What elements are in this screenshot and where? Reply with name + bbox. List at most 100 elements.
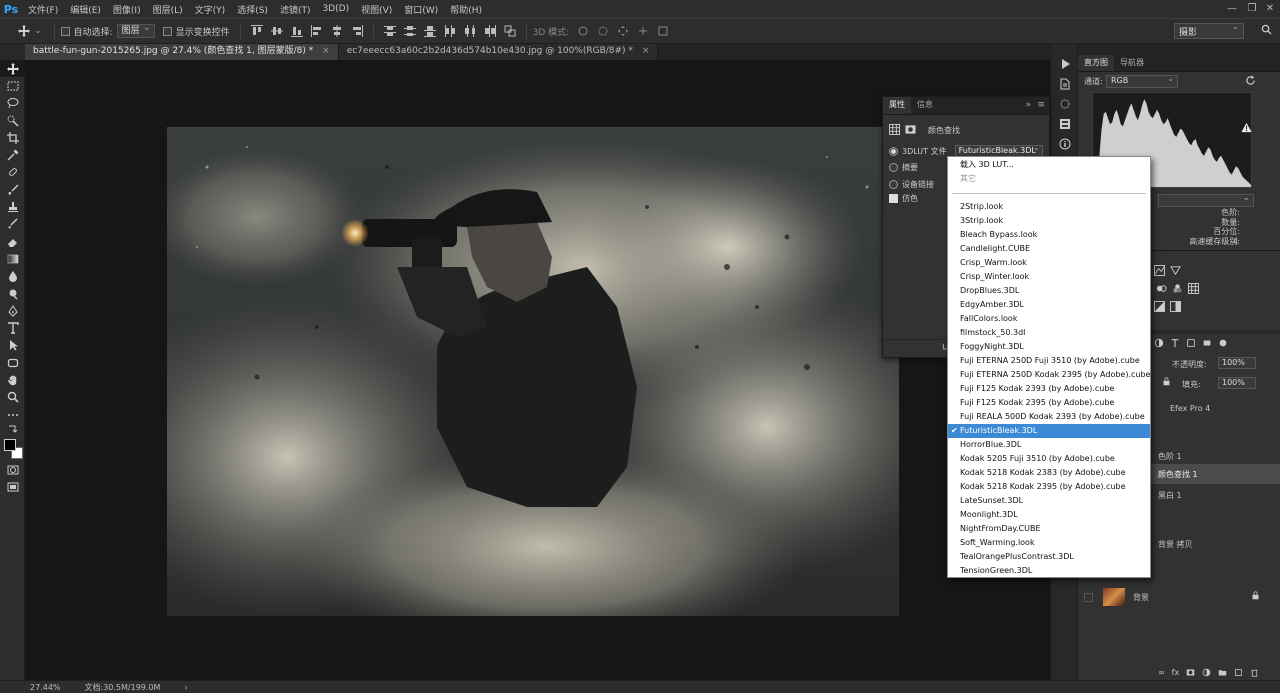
3d-scale-icon[interactable]	[656, 25, 670, 37]
distribute-hcenter-icon[interactable]	[463, 25, 477, 37]
search-icon[interactable]	[1261, 24, 1272, 38]
menu-layer[interactable]: 图层(L)	[147, 3, 189, 16]
distribute-vcenter-icon[interactable]	[403, 25, 417, 37]
lut-option[interactable]: Kodak 5218 Kodak 2395 (by Adobe).cube	[948, 480, 1150, 494]
visibility-toggle[interactable]	[1084, 592, 1093, 602]
document-tab-battle[interactable]: battle-fun-gun-2015265.jpg @ 27.4% (颜色查找…	[25, 44, 339, 60]
link-layers-icon[interactable]: ∞	[1158, 668, 1165, 679]
workspace-select[interactable]: 摄影 ⌄	[1174, 22, 1244, 39]
lut-option[interactable]: 3Strip.look	[948, 214, 1150, 228]
menu-help[interactable]: 帮助(H)	[444, 3, 488, 16]
color-lookup-adjust-icon[interactable]	[1188, 283, 1199, 297]
levels-adjust-icon[interactable]	[1154, 265, 1165, 279]
auto-align-icon[interactable]	[503, 25, 517, 37]
filter-type-icon[interactable]	[1170, 338, 1180, 351]
abstract-radio[interactable]	[889, 163, 898, 172]
refresh-histogram-icon[interactable]	[1245, 75, 1256, 89]
clone-stamp-tool[interactable]	[0, 198, 25, 215]
lut-option[interactable]: LateSunset.3DL	[948, 494, 1150, 508]
lut-file-radio[interactable]	[889, 146, 898, 156]
distribute-top-icon[interactable]	[383, 25, 397, 37]
eraser-tool[interactable]	[0, 233, 25, 250]
lut-option[interactable]: filmstock_50.3dl	[948, 326, 1150, 340]
lut-option[interactable]: HorrorBlue.3DL	[948, 438, 1150, 452]
fill-input[interactable]: 100%	[1218, 377, 1256, 389]
path-select-tool[interactable]	[0, 337, 25, 354]
show-transform-checkbox[interactable]	[162, 26, 172, 36]
new-adjustment-icon[interactable]	[1202, 668, 1211, 679]
align-right-icon[interactable]	[350, 25, 364, 37]
photo-filter-adjust-icon[interactable]	[1156, 283, 1167, 297]
healing-brush-tool[interactable]	[0, 164, 25, 181]
lut-option[interactable]: Fuji REALA 500D Kodak 2393 (by Adobe).cu…	[948, 410, 1150, 424]
play-action-icon[interactable]	[1051, 54, 1079, 74]
document-tab-ec7eee[interactable]: ec7eeecc63a60c2b2d436d574b10e430.jpg @ 1…	[338, 44, 659, 60]
lut-option[interactable]: Crisp_Winter.look	[948, 270, 1150, 284]
dither-checkbox[interactable]	[889, 194, 898, 203]
lut-option[interactable]: Fuji ETERNA 250D Fuji 3510 (by Adobe).cu…	[948, 354, 1150, 368]
channel-select[interactable]: RGB ⌄	[1106, 74, 1178, 88]
lut-option[interactable]: Kodak 5218 Kodak 2383 (by Adobe).cube	[948, 466, 1150, 480]
invert-adjust-icon[interactable]	[1154, 301, 1165, 315]
source-select[interactable]: ⌄	[1158, 193, 1254, 207]
screen-mode-icon[interactable]	[0, 479, 25, 496]
lut-option[interactable]: Candlelight.CUBE	[948, 242, 1150, 256]
lut-option[interactable]: Crisp_Warm.look	[948, 256, 1150, 270]
swap-colors-icon[interactable]	[0, 423, 25, 435]
brush-settings-icon[interactable]	[1051, 94, 1079, 114]
lut-option[interactable]: Fuji F125 Kodak 2395 (by Adobe).cube	[948, 396, 1150, 410]
layer-mask-icon[interactable]	[905, 124, 916, 137]
layer-row-background[interactable]: 背景	[1078, 586, 1280, 608]
properties-panel-icon[interactable]	[1051, 114, 1079, 134]
opacity-input[interactable]: 100%	[1218, 357, 1256, 369]
tab-properties[interactable]: 属性	[883, 97, 911, 114]
menu-window[interactable]: 窗口(W)	[398, 3, 444, 16]
lut-option[interactable]: Fuji F125 Kodak 2393 (by Adobe).cube	[948, 382, 1150, 396]
history-brush-tool[interactable]	[0, 216, 25, 233]
crop-tool[interactable]	[0, 129, 25, 146]
menu-3d[interactable]: 3D(D)	[316, 4, 355, 14]
align-top-icon[interactable]	[250, 25, 264, 37]
new-layer-icon[interactable]	[1234, 668, 1243, 679]
align-bottom-icon[interactable]	[290, 25, 304, 37]
foreground-color-swatch[interactable]	[4, 439, 16, 452]
lock-all-icon[interactable]	[1162, 377, 1171, 389]
collapse-panel-icon[interactable]: »	[1025, 100, 1031, 110]
lut-option[interactable]: NightFromDay.CUBE	[948, 522, 1150, 536]
3d-rotate-icon[interactable]	[576, 25, 590, 37]
device-link-radio[interactable]	[889, 180, 898, 189]
load-3d-lut-item[interactable]: 载入 3D LUT...	[948, 158, 1150, 172]
tab-info[interactable]: 信息	[911, 97, 939, 114]
align-left-icon[interactable]	[310, 25, 324, 37]
zoom-tool[interactable]	[0, 389, 25, 406]
menu-image[interactable]: 图像(I)	[107, 3, 147, 16]
distribute-bottom-icon[interactable]	[423, 25, 437, 37]
channel-mixer-adjust-icon[interactable]	[1172, 283, 1183, 297]
quick-mask-icon[interactable]	[0, 461, 25, 478]
align-hcenter-icon[interactable]	[330, 25, 344, 37]
edit-toolbar-icon[interactable]	[0, 406, 25, 423]
close-window-button[interactable]: ✕	[1260, 0, 1280, 18]
add-mask-icon[interactable]	[1186, 668, 1195, 679]
auto-select-target-select[interactable]: 图层	[116, 22, 155, 38]
menu-select[interactable]: 选择(S)	[231, 3, 274, 16]
brush-tool[interactable]	[0, 181, 25, 198]
dodge-tool[interactable]	[0, 285, 25, 302]
delete-layer-icon[interactable]	[1250, 668, 1259, 679]
lut-option[interactable]: EdgyAmber.3DL	[948, 298, 1150, 312]
type-tool[interactable]	[0, 319, 25, 336]
lut-option[interactable]: 2Strip.look	[948, 200, 1150, 214]
distribute-left-icon[interactable]	[443, 25, 457, 37]
zoom-level[interactable]: 27.44%	[30, 683, 61, 692]
status-menu-arrow-icon[interactable]: ›	[184, 683, 187, 692]
lut-option[interactable]: FoggyNight.3DL	[948, 340, 1150, 354]
lut-option[interactable]: Fuji ETERNA 250D Kodak 2395 (by Adobe).c…	[948, 368, 1150, 382]
tool-preset-chevron-icon[interactable]: ⌄	[34, 26, 42, 36]
close-tab-icon[interactable]: ×	[642, 46, 650, 56]
distribute-right-icon[interactable]	[483, 25, 497, 37]
3d-slide-icon[interactable]	[636, 25, 650, 37]
lut-option[interactable]: Bleach Bypass.look	[948, 228, 1150, 242]
menu-edit[interactable]: 编辑(E)	[64, 3, 107, 16]
filter-toggle-icon[interactable]	[1218, 338, 1228, 351]
align-vcenter-icon[interactable]	[270, 25, 284, 37]
